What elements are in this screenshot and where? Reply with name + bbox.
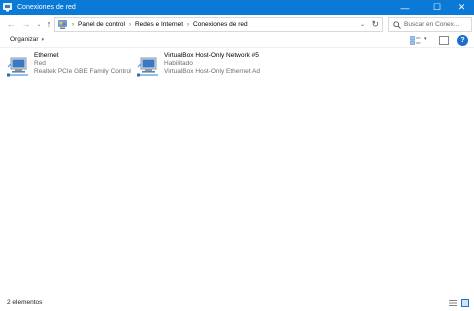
- breadcrumb-separator[interactable]: ›: [129, 22, 131, 28]
- preview-pane-icon[interactable]: [439, 36, 449, 45]
- network-adapter-icon: [136, 54, 161, 79]
- help-icon[interactable]: ?: [457, 35, 468, 46]
- refresh-button[interactable]: ↻: [371, 19, 379, 30]
- search-input[interactable]: [404, 21, 460, 28]
- connection-device: VirtualBox Host-Only Ethernet Ad...: [164, 68, 260, 75]
- breadcrumb-redes-e-internet[interactable]: Redes e Internet: [135, 21, 183, 28]
- organize-button[interactable]: Organizar ▾: [10, 36, 44, 43]
- view-options-dropdown[interactable]: ▾: [424, 36, 427, 42]
- maximize-button[interactable]: ☐: [423, 0, 451, 15]
- command-bar: Organizar ▾ ▾ ?: [0, 34, 474, 48]
- close-button[interactable]: ✕: [449, 0, 474, 15]
- large-icons-view-icon[interactable]: [461, 299, 469, 307]
- item-count: 2 elementos: [7, 299, 43, 306]
- connection-device: Realtek PCIe GBE Family Controller: [34, 68, 131, 75]
- details-view-icon[interactable]: [449, 299, 457, 307]
- breadcrumb-separator[interactable]: ›: [187, 22, 189, 28]
- address-bar[interactable]: › Panel de control › Redes e Internet › …: [54, 17, 383, 32]
- control-panel-icon: [57, 19, 68, 30]
- search-box[interactable]: [388, 17, 472, 32]
- breadcrumb-separator: ›: [72, 21, 74, 28]
- connection-status: Red: [34, 60, 46, 67]
- back-button[interactable]: ←: [5, 18, 17, 30]
- organize-label: Organizar: [10, 36, 39, 43]
- forward-button[interactable]: →: [20, 18, 32, 30]
- chevron-down-icon: ▾: [41, 36, 45, 43]
- navigation-bar: ← → ⌄ ↑ › Panel de control › Redes e Int…: [0, 15, 474, 34]
- status-bar: 2 elementos: [0, 296, 474, 311]
- network-adapter-icon: [6, 54, 31, 79]
- minimize-button[interactable]: —: [391, 0, 419, 15]
- connection-virtualbox[interactable]: VirtualBox Host-Only Network #5 Habilita…: [136, 52, 260, 82]
- change-view-icon[interactable]: [410, 36, 421, 45]
- connections-list: Ethernet Red Realtek PCIe GBE Family Con…: [0, 49, 474, 296]
- connection-name: VirtualBox Host-Only Network #5: [164, 52, 259, 59]
- connection-name: Ethernet: [34, 52, 59, 59]
- connection-ethernet[interactable]: Ethernet Red Realtek PCIe GBE Family Con…: [6, 52, 131, 82]
- breadcrumb-conexiones-de-red[interactable]: Conexiones de red: [193, 21, 248, 28]
- network-connections-icon: [3, 3, 12, 12]
- breadcrumb-panel-de-control[interactable]: Panel de control: [78, 21, 125, 28]
- search-icon: [393, 21, 401, 29]
- connection-status: Habilitado: [164, 60, 193, 67]
- address-dropdown-button[interactable]: ⌄: [360, 21, 365, 28]
- window-title: Conexiones de red: [17, 4, 76, 11]
